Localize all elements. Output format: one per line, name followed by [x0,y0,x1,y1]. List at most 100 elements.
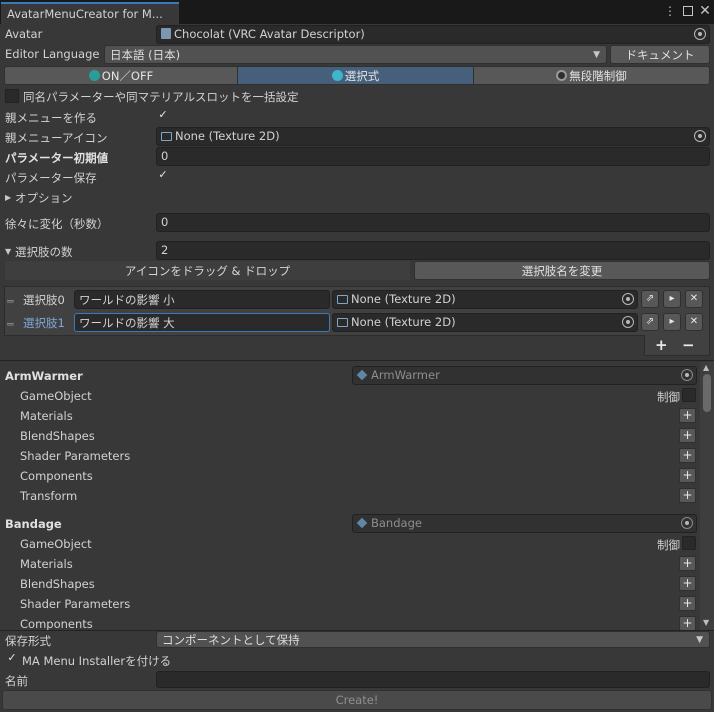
window-tab[interactable]: AvatarMenuCreator for M... [1,2,179,24]
drag-drop-area[interactable]: アイコンをドラッグ & ドロップ [5,261,410,280]
group-object-value: Bandage [371,516,422,530]
choice-label: 選択肢0 [23,293,65,307]
save-format-dropdown[interactable]: コンポーネントとして保持 ▼ [156,631,710,648]
kebab-menu-icon[interactable]: ⋮ [662,3,678,19]
gradual-input[interactable]: 0 [156,213,710,232]
options-foldout[interactable]: オプション [15,190,73,206]
play-icon[interactable]: ▸ [663,290,681,308]
add-item-button[interactable]: + [679,556,696,571]
add-item-button[interactable]: + [679,616,696,630]
scroll-down-icon[interactable]: ▼ [703,618,709,627]
object-picker-icon[interactable] [622,293,634,305]
gameobject-icon [356,369,368,381]
editor-language-dropdown[interactable]: 日本語 (日本) ▼ [104,45,607,64]
add-item-button[interactable]: + [679,576,696,591]
tab-radial-label: 無段階制御 [569,69,627,83]
object-picker-icon[interactable] [694,28,706,40]
remove-choice-button[interactable]: − [682,336,695,354]
close-icon[interactable]: ✕ [685,313,703,331]
choice-icon-field[interactable]: None (Texture 2D) [332,290,638,309]
choice-name-input[interactable]: ワールドの影響 小 [74,290,330,309]
parent-icon-field[interactable]: None (Texture 2D) [156,127,710,146]
avatar-field[interactable]: Chocolat (VRC Avatar Descriptor) [156,25,710,44]
group-object-field[interactable]: ArmWarmer [352,366,697,385]
drag-handle-icon[interactable]: ═ [7,318,14,331]
rename-choices-button[interactable]: 選択肢名を変更 [414,261,710,280]
parent-menu-label: 親メニューを作る [5,111,97,125]
group-item-label: Shader Parameters [20,597,131,611]
group-item-label: Transform [20,489,78,503]
object-picker-icon[interactable] [681,369,693,381]
add-item-button[interactable]: + [679,468,696,483]
pin-icon[interactable]: ⇗ [641,313,659,331]
close-icon[interactable]: ✕ [697,3,713,19]
bulk-setting-checkbox[interactable] [5,89,19,103]
choice-count-label: 選択肢の数 [15,245,73,259]
avatar-descriptor-icon [161,28,171,39]
param-default-input[interactable]: 0 [156,147,710,166]
parent-icon-value: None (Texture 2D) [175,129,280,143]
vertical-scrollbar[interactable]: ▲ ▼ [700,362,714,630]
add-item-button[interactable]: + [679,488,696,503]
play-icon[interactable]: ▸ [663,313,681,331]
ma-installer-checkbox[interactable]: ✓ [5,652,19,666]
choice-label: 選択肢1 [23,316,65,330]
add-item-button[interactable]: + [679,408,696,423]
ma-installer-label: MA Menu Installerを付ける [22,654,172,668]
choice-icon [331,70,343,81]
param-default-label: パラメーター初期値 [5,151,109,165]
group-item-label: GameObject [20,537,92,551]
list-footer: + − [644,335,710,356]
choice-count-input[interactable]: 2 [156,241,710,260]
control-checkbox[interactable] [682,536,696,550]
group-item-label: Components [20,617,93,630]
texture-icon [337,318,348,327]
chevron-down-icon: ▼ [593,50,600,60]
tab-radial[interactable]: 無段階制御 [473,66,710,85]
texture-icon [161,132,172,141]
list-item: ═ 選択肢0 ワールドの影響 小 None (Texture 2D) ⇗ ▸ ✕ [4,289,710,311]
foldout-expanded-icon[interactable]: ▼ [5,247,11,256]
radial-icon [556,70,568,81]
add-choice-button[interactable]: + [655,336,668,354]
choice-name-input[interactable]: ワールドの影響 大 [74,313,330,332]
parent-icon-label: 親メニューアイコン [5,131,108,145]
scroll-view: ArmWarmer ArmWarmer GameObject 制御 Materi… [0,361,700,630]
group-item-label: BlendShapes [20,429,95,443]
tab-choice[interactable]: 選択式 [237,66,474,85]
object-picker-icon[interactable] [694,130,706,142]
object-picker-icon[interactable] [622,316,634,328]
maximize-icon[interactable] [680,3,696,19]
name-input[interactable] [156,671,710,688]
group-item-label: GameObject [20,389,92,403]
pin-icon[interactable]: ⇗ [641,290,659,308]
choice-icon-value: None (Texture 2D) [351,315,456,329]
group-object-field[interactable]: Bandage [352,514,697,533]
add-item-button[interactable]: + [679,596,696,611]
drag-handle-icon[interactable]: ═ [7,295,14,308]
create-button[interactable]: Create! [2,690,712,710]
tab-on-off[interactable]: ON／OFF [4,66,238,85]
tab-choice-label: 選択式 [344,69,380,83]
param-save-checkbox[interactable]: ✓ [156,169,170,183]
add-item-button[interactable]: + [679,428,696,443]
gradual-label: 徐々に変化（秒数） [5,217,109,231]
documentation-button[interactable]: ドキュメント [610,45,710,64]
param-save-label: パラメーター保存 [5,171,97,185]
control-label: 制御 [657,390,680,404]
foldout-arrow-icon[interactable]: ▶ [5,193,11,202]
bulk-setting-label: 同名パラメーターや同マテリアルスロットを一括設定 [23,90,299,104]
scroll-up-icon[interactable]: ▲ [703,363,709,372]
save-format-value: コンポーネントとして保持 [162,633,300,647]
scroll-thumb[interactable] [703,374,711,412]
close-icon[interactable]: ✕ [685,290,703,308]
group-title: Bandage [5,517,62,531]
add-item-button[interactable]: + [679,448,696,463]
parent-menu-checkbox[interactable]: ✓ [156,109,170,123]
control-checkbox[interactable] [682,388,696,402]
object-picker-icon[interactable] [681,517,693,529]
name-label: 名前 [5,674,28,688]
group-item-label: Materials [20,409,73,423]
choice-icon-field[interactable]: None (Texture 2D) [332,313,638,332]
group-item-label: BlendShapes [20,577,95,591]
